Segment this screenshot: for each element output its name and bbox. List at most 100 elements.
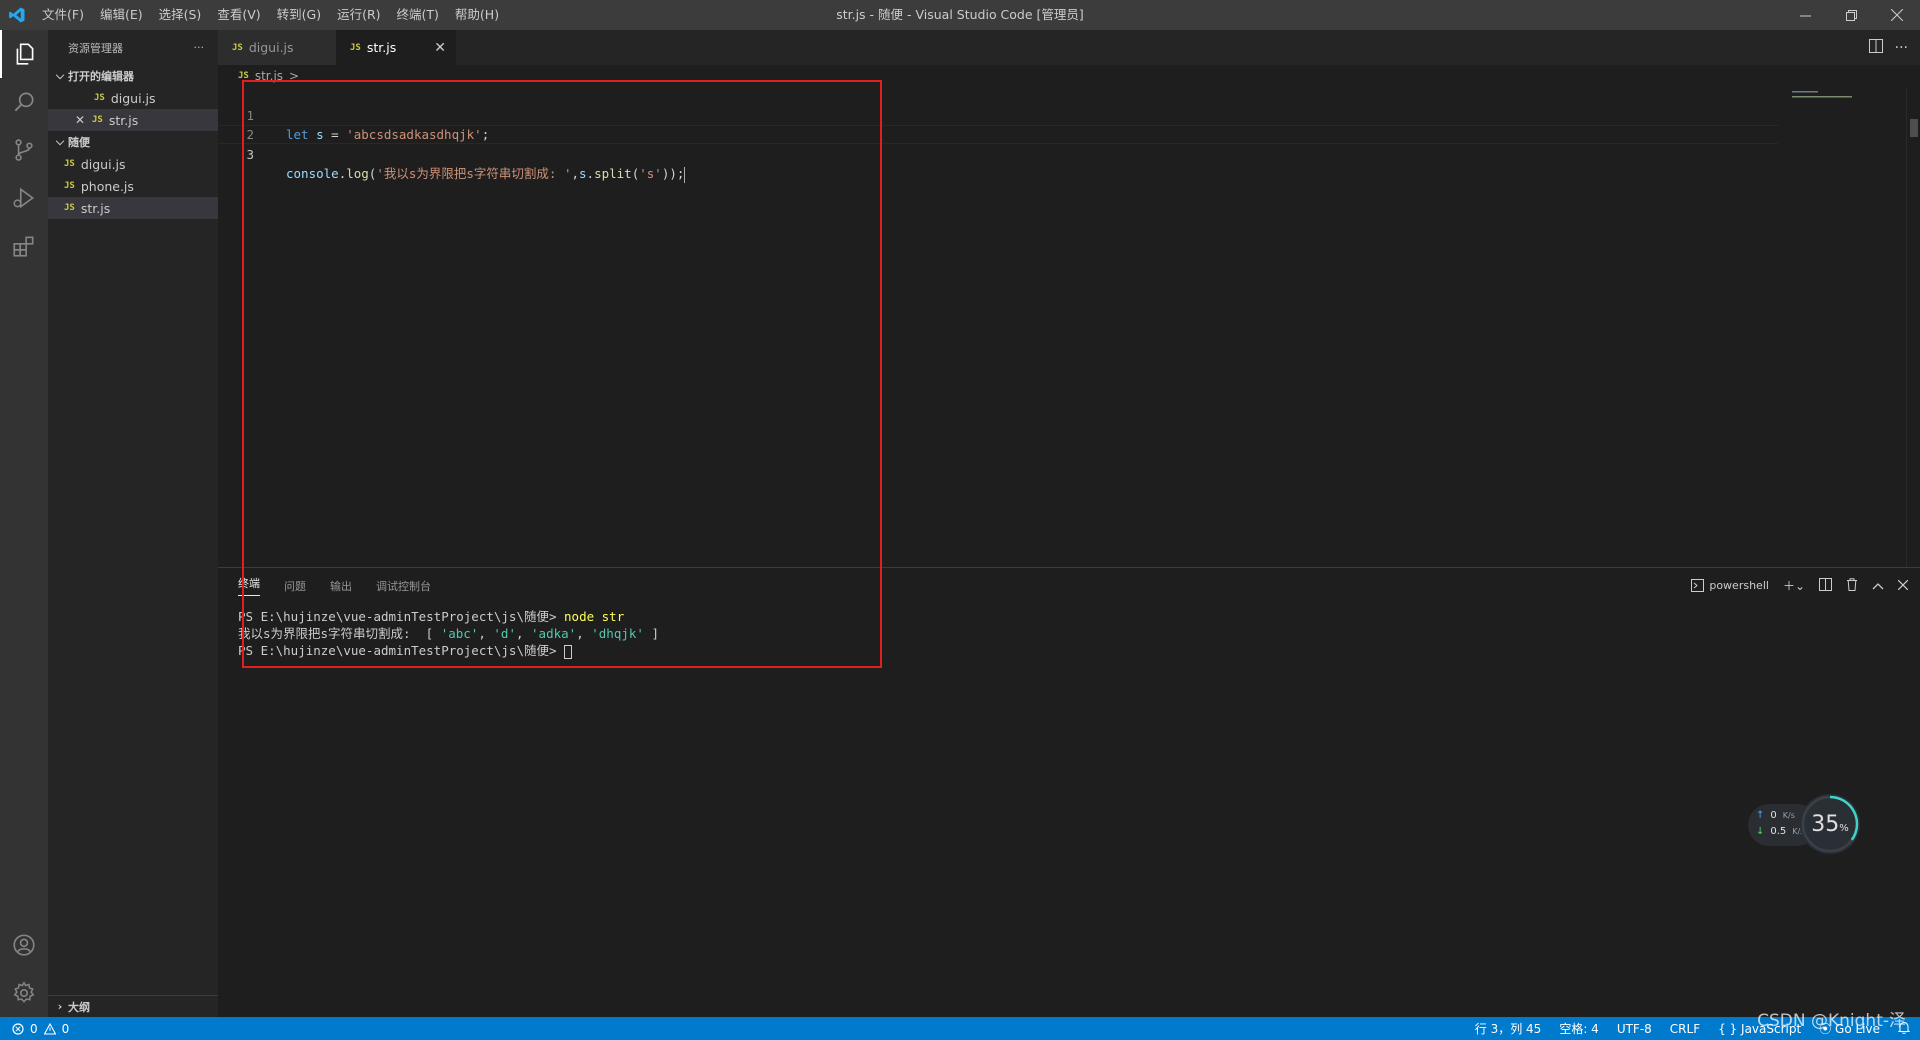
folder-section[interactable]: ⌵ 随便 [48,131,218,153]
tab-problems[interactable]: 问题 [284,578,306,594]
settings-gear-icon[interactable] [0,969,48,1017]
source-control-icon[interactable] [0,126,48,174]
editor-scrollbar[interactable] [1906,87,1920,567]
array-item: 'd' [493,626,516,641]
download-arrow-icon: ↓ [1756,826,1765,837]
file-item[interactable]: JS digui.js [48,153,218,175]
close-panel-icon[interactable] [1897,579,1909,593]
chevron-down-icon: ⌵ [55,135,65,148]
minimize-icon[interactable] [1782,0,1828,30]
search-icon[interactable] [0,78,48,126]
warning-count: 0 [61,1021,70,1036]
open-editor-label: digui.js [110,90,156,106]
js-file-icon: JS [232,42,243,53]
js-file-icon: JS [64,159,75,169]
open-editors-label: 打开的编辑器 [68,70,134,83]
gauge-ring [1801,795,1859,853]
file-item[interactable]: JS phone.js [48,175,218,197]
js-file-icon: JS [64,181,75,191]
breadcrumb-file[interactable]: str.js [255,69,283,83]
encoding[interactable]: UTF-8 [1617,1022,1652,1036]
braces-icon: { } [1718,1021,1738,1036]
more-actions-icon[interactable]: ··· [194,41,205,54]
open-editors-section[interactable]: ⌵ 打开的编辑器 [48,65,218,87]
terminal-output[interactable]: PS E:\hujinze\vue-adminTestProject\js\随便… [238,608,659,659]
restore-icon[interactable] [1828,0,1874,30]
open-editor-item-active[interactable]: ✕ JS str.js [48,109,218,131]
menu-run[interactable]: 运行(R) [329,0,388,30]
minimap[interactable] [1786,87,1906,567]
tab-terminal[interactable]: 终端 [238,575,260,596]
activity-bar [0,30,48,1017]
activity-bar-bottom [0,921,48,1017]
terminal-prompt: PS E:\hujinze\vue-adminTestProject\js\随便… [238,609,565,624]
open-editor-label: str.js [108,112,139,128]
close-window-icon[interactable] [1874,0,1920,30]
editor-actions: ··· [1868,30,1908,65]
terminal-prompt: PS E:\hujinze\vue-adminTestProject\js\随便… [238,643,565,658]
tab-debug-console[interactable]: 调试控制台 [376,578,431,594]
outline-section[interactable]: › 大纲 [48,995,218,1017]
cursor-position[interactable]: 行 3，列 45 [1475,1020,1542,1037]
menu-edit[interactable]: 编辑(E) [92,0,151,30]
file-item-selected[interactable]: JS str.js [48,197,218,219]
menu-file[interactable]: 文件(F) [34,0,92,30]
window-controls [1782,0,1920,30]
indentation[interactable]: 空格: 4 [1559,1020,1599,1037]
terminal-shell-selector[interactable]: powershell [1691,579,1769,592]
extensions-icon[interactable] [0,222,48,270]
chevron-right-icon: › [57,1000,63,1013]
account-icon[interactable] [0,921,48,969]
js-file-icon: JS [238,71,249,81]
terminal-icon [1691,579,1705,592]
close-icon[interactable]: ✕ [72,113,88,127]
folder-label: 随便 [68,136,90,149]
line-endings[interactable]: CRLF [1670,1022,1700,1036]
tab-str[interactable]: JS str.js ✕ [336,30,456,65]
panel-tabs: 终端 问题 输出 调试控制台 [238,568,431,603]
code-line: 2 [218,106,1778,142]
file-label: digui.js [80,156,126,172]
split-editor-icon[interactable] [1868,38,1883,57]
open-editor-item[interactable]: JS digui.js [48,87,218,109]
problems-status[interactable]: 0 0 [0,1022,69,1036]
tab-label: digui.js [248,40,294,55]
download-speed: ↓ 0.5 K/s [1756,826,1805,837]
menu-bar: 文件(F) 编辑(E) 选择(S) 查看(V) 转到(G) 运行(R) 终端(T… [34,0,507,30]
warning-icon [43,1022,56,1035]
menu-selection[interactable]: 选择(S) [151,0,210,30]
run-debug-icon[interactable] [0,174,48,222]
more-actions-icon[interactable]: ··· [1895,40,1908,56]
tab-digui[interactable]: JS digui.js [218,30,336,65]
split-terminal-icon[interactable] [1819,577,1832,594]
menu-help[interactable]: 帮助(H) [447,0,507,30]
menu-view[interactable]: 查看(V) [209,0,268,30]
js-file-icon: JS [94,93,105,103]
trash-icon[interactable] [1846,577,1858,594]
vscode-logo-icon [0,0,34,30]
explorer-title: 资源管理器 [68,41,123,55]
tab-label: str.js [366,40,397,55]
array-item: 'adka' [531,626,577,641]
upload-arrow-icon: ↑ [1756,810,1765,821]
bottom-panel: 终端 问题 输出 调试控制台 powershell ＋⌄ PS E:\hujin… [218,567,1920,1017]
upload-speed: ↑ 0 K/s [1756,810,1795,821]
status-bar: 0 0 行 3，列 45 空格: 4 UTF-8 CRLF { } JavaSc… [0,1017,1920,1040]
tab-close-icon[interactable]: ✕ [434,40,446,56]
editor-tabs: JS digui.js JS str.js ✕ ··· [218,30,1920,65]
breadcrumb: JS str.js > [218,65,1920,87]
explorer-icon[interactable] [0,30,48,78]
line-number: 3 [246,147,254,162]
new-terminal-icon[interactable]: ＋⌄ [1783,577,1805,594]
scrollbar-thumb[interactable] [1910,119,1918,137]
tab-output[interactable]: 输出 [330,578,352,594]
terminal-output-text: 我以s为界限把s字符串切割成: [ [238,626,441,641]
maximize-panel-icon[interactable] [1872,579,1884,593]
line-content: console.log('我以s为界限把s字符串切割成: ',s.split('… [286,166,686,183]
array-item: 'dhqjk' [591,626,644,641]
menu-terminal[interactable]: 终端(T) [389,0,447,30]
menu-go[interactable]: 转到(G) [269,0,329,30]
code-editor[interactable]: 1 let s = 'abcsdsadkasdhqjk'; 2 3 consol… [218,87,1920,567]
js-file-icon: JS [92,115,103,125]
network-monitor-widget[interactable]: ↑ 0 K/s ↓ 0.5 K/s 35% [1748,794,1860,856]
